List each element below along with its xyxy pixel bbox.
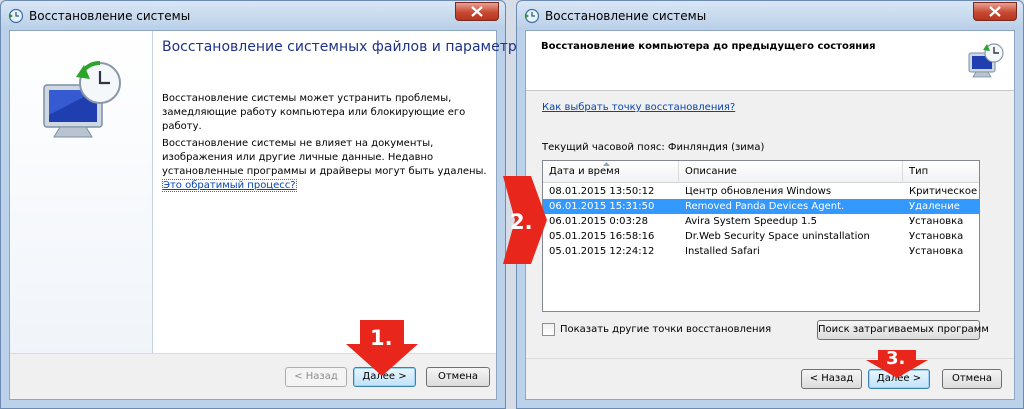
step-2-label: 2.	[510, 210, 533, 234]
wizard-footer: < Назад Далее > Отмена	[10, 353, 496, 399]
wizard-content: Восстановление компьютера до предыдущего…	[525, 30, 1015, 400]
close-button[interactable]	[455, 2, 499, 21]
cell-description: Removed Panda Devices Agent.	[685, 201, 845, 212]
system-restore-window-1: Восстановление системы Восстановление си…	[0, 0, 534, 409]
info-text: Восстановление системы не влияет на доку…	[162, 138, 487, 177]
system-restore-computer-icon	[43, 61, 121, 138]
wizard-footer: < Назад Далее > Отмена	[526, 358, 1014, 399]
back-button[interactable]: < Назад	[285, 367, 347, 387]
cell-type: Удаление	[909, 201, 960, 212]
show-more-checkbox-label: Показать другие точки восстановления	[560, 324, 772, 335]
close-icon	[471, 6, 483, 17]
cell-type: Критическое о...	[909, 186, 979, 197]
cell-type: Установка	[909, 231, 964, 242]
table-row[interactable]: 06.01.2015 0:03:28 Avira System Speedup …	[543, 214, 979, 229]
system-restore-window-2: Восстановление системы Восстановление ко…	[516, 0, 1024, 409]
cancel-button[interactable]: Отмена	[426, 367, 490, 387]
cell-date: 06.01.2015 0:03:28	[549, 216, 648, 227]
column-header-date[interactable]: Дата и время	[543, 161, 679, 183]
cell-date: 08.01.2015 13:50:12	[549, 186, 655, 197]
window-title: Восстановление системы	[545, 9, 707, 23]
column-header-description[interactable]: Описание	[679, 161, 903, 183]
wizard-header: Восстановление компьютера до предыдущего…	[526, 31, 1014, 91]
system-restore-computer-icon	[968, 43, 1004, 78]
column-header-label: Дата и время	[549, 166, 620, 177]
column-header-type[interactable]: Тип	[903, 161, 979, 183]
intro-paragraph: Восстановление системы может устранить п…	[162, 93, 466, 132]
table-row[interactable]: 05.01.2015 16:58:16 Dr.Web Security Spac…	[543, 229, 979, 244]
restore-points-table: Дата и время Описание Тип 08.01.2015 13:…	[542, 160, 980, 312]
table-row[interactable]: 08.01.2015 13:50:12 Центр обновления Win…	[543, 184, 979, 199]
system-restore-icon	[524, 8, 540, 24]
sort-arrow-icon	[603, 162, 610, 166]
cell-description: Avira System Speedup 1.5	[685, 216, 817, 227]
info-paragraph: Восстановление системы не влияет на доку…	[162, 137, 487, 193]
cell-description: Центр обновления Windows	[685, 186, 832, 197]
choose-restore-point-link[interactable]: Как выбрать точку восстановления?	[542, 102, 735, 113]
table-header: Дата и время Описание Тип	[543, 161, 979, 183]
cell-type: Установка	[909, 246, 964, 257]
close-icon	[989, 6, 1001, 17]
wizard-content: Восстановление системных файлов и параме…	[9, 30, 534, 400]
cell-description: Installed Safari	[685, 246, 760, 257]
window-title: Восстановление системы	[29, 9, 191, 23]
cell-type: Установка	[909, 216, 964, 227]
cancel-button[interactable]: Отмена	[942, 369, 1002, 389]
table-row[interactable]: 05.01.2015 12:24:12 Installed Safari Уст…	[543, 244, 979, 259]
cell-date: 06.01.2015 15:31:50	[549, 201, 655, 212]
wizard-body: Как выбрать точку восстановления? Текущи…	[526, 91, 1014, 358]
system-restore-icon	[8, 8, 24, 24]
step-1-label: 1.	[370, 326, 393, 350]
wizard-heading: Восстановление компьютера до предыдущего…	[541, 41, 876, 52]
cell-date: 05.01.2015 12:24:12	[549, 246, 655, 257]
back-button[interactable]: < Назад	[801, 369, 862, 389]
title-bar[interactable]: Восстановление системы	[1, 1, 505, 30]
step-3-label: 3.	[886, 348, 906, 369]
cell-date: 05.01.2015 16:58:16	[549, 231, 655, 242]
reversible-process-link[interactable]: Это обратимый процесс?	[162, 179, 297, 192]
wizard-heading: Восстановление системных файлов и параме…	[162, 39, 534, 55]
close-button[interactable]	[973, 2, 1017, 21]
cell-description: Dr.Web Security Space uninstallation	[685, 231, 870, 242]
title-bar[interactable]: Восстановление системы	[517, 1, 1023, 30]
show-more-checkbox[interactable]	[542, 323, 555, 336]
timezone-label: Текущий часовой пояс: Финляндия (зима)	[542, 142, 765, 153]
scan-affected-programs-button[interactable]: Поиск затрагиваемых программ	[817, 320, 989, 340]
side-panel	[10, 31, 153, 399]
table-row-selected[interactable]: 06.01.2015 15:31:50 Removed Panda Device…	[543, 199, 979, 214]
